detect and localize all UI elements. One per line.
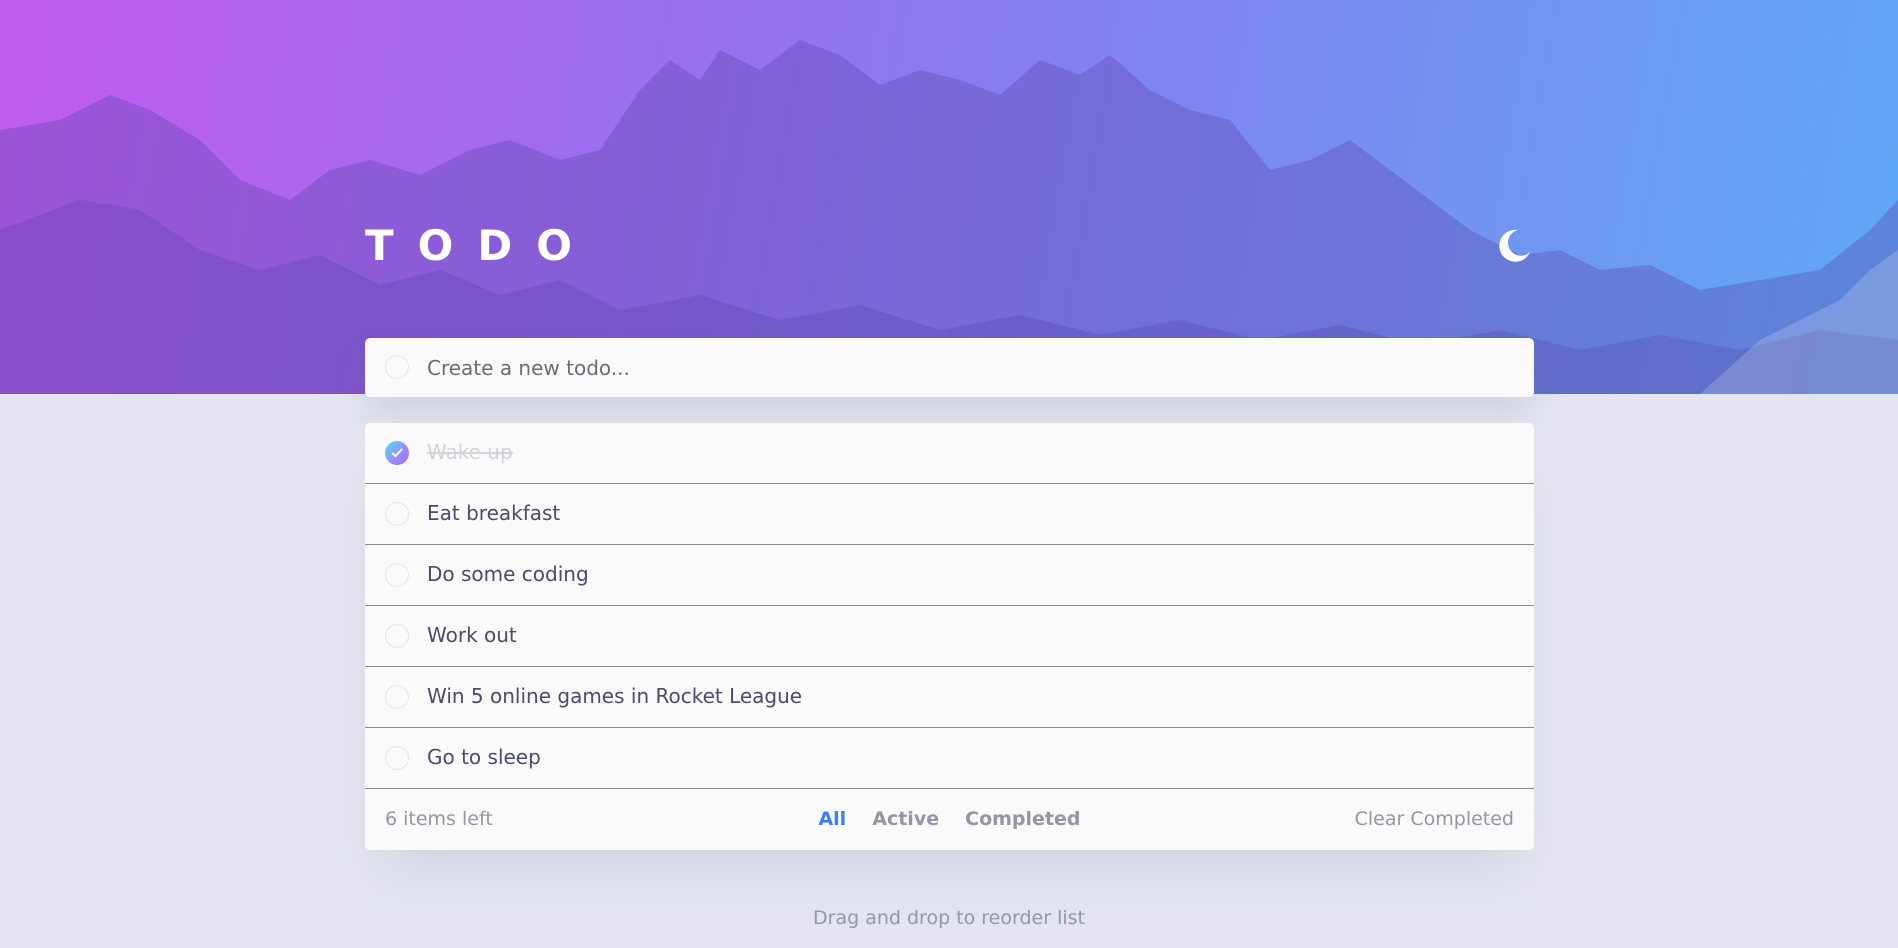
filter-completed-button[interactable]: Completed [965,808,1080,830]
mountain-illustration [0,40,1898,394]
new-todo-circle[interactable] [385,355,409,379]
app-title: TODO [365,221,596,270]
todo-item[interactable]: Work out [365,606,1534,667]
todo-label: Wake up [427,440,513,464]
header-background-image [0,0,1898,394]
todo-item[interactable]: Wake up [365,423,1534,484]
todo-checkbox[interactable] [385,502,409,526]
moon-icon [1499,229,1530,262]
new-todo-input[interactable] [427,338,1507,397]
app-header: TODO [365,222,1534,270]
todo-list: Wake up Eat breakfast Do some coding Wor… [365,423,1534,850]
todo-checkbox[interactable] [385,685,409,709]
reorder-hint: Drag and drop to reorder list [813,907,1085,929]
todo-label: Eat breakfast [427,501,561,525]
todo-item[interactable]: Eat breakfast [365,484,1534,545]
todo-label: Do some coding [427,562,589,586]
todo-item[interactable]: Do some coding [365,545,1534,606]
filter-active-button[interactable]: Active [872,808,939,830]
clear-completed-button[interactable]: Clear Completed [1355,789,1514,850]
todo-checkbox[interactable] [385,746,409,770]
todo-item[interactable]: Go to sleep [365,728,1534,789]
todo-item[interactable]: Win 5 online games in Rocket League [365,667,1534,728]
todo-label: Go to sleep [427,745,541,769]
filter-all-button[interactable]: All [818,808,846,830]
list-footer: 6 items left All Active Completed Clear … [365,789,1534,850]
todo-checkbox[interactable] [385,563,409,587]
items-left-count: 6 items left [385,808,493,830]
theme-toggle-button[interactable] [1494,226,1534,266]
new-todo-bar [365,338,1534,397]
todo-checkbox[interactable] [385,624,409,648]
checkmark-icon [391,448,403,458]
todo-checkbox[interactable] [385,441,409,465]
todo-label: Win 5 online games in Rocket League [427,684,803,708]
todo-label: Work out [427,623,517,647]
